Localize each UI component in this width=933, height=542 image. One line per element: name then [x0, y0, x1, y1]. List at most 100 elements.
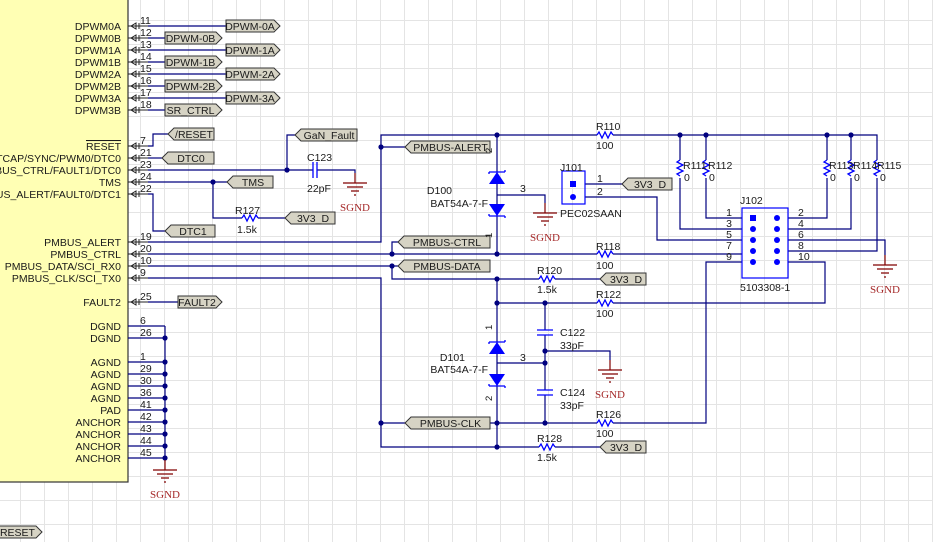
diode-icon-d100[interactable] [489, 172, 505, 184]
ic-pin-label: DPWM3A [75, 93, 121, 105]
diode-icon-d101[interactable] [489, 342, 505, 354]
c124-ref: C124 [560, 387, 585, 399]
wire [286, 134, 295, 170]
r112-ref: R112 [708, 160, 732, 172]
r126-value: 100 [596, 428, 614, 440]
ic-pin-number: 29 [140, 363, 152, 375]
ic-pin-number: 24 [140, 171, 152, 183]
ground-icon [153, 460, 177, 483]
ic-pin-label: DPWM1A [75, 45, 121, 57]
r111-ref: R111 [683, 160, 707, 172]
r111-value: 0 [684, 172, 690, 184]
diode-icon-d101[interactable] [489, 374, 505, 386]
junction-dot [378, 420, 384, 426]
junction-dot [210, 179, 216, 185]
pin-dot-icon [774, 248, 780, 254]
pin-dot-icon [774, 215, 780, 221]
pin-dot-icon [774, 237, 780, 243]
c122-value: 33pF [560, 340, 584, 352]
net-label-text: GaN_Fault [304, 130, 355, 142]
d101-value: BAT54A-7-F [430, 364, 488, 376]
ic-pin-number: 9 [140, 267, 146, 279]
junction-dot [494, 420, 500, 426]
wire [317, 169, 356, 173]
wire [148, 133, 168, 147]
ic-pin-label: DPWM3B [75, 105, 121, 117]
r120-ref: R120 [537, 265, 562, 277]
ic-pin-label: AGND [91, 381, 122, 393]
ic-pin-number: 21 [140, 147, 152, 159]
junction-dot [389, 263, 395, 269]
net-label-text: DPWM-0B [166, 33, 216, 45]
r128-value: 1.5k [537, 452, 558, 464]
ic-pin-number: 19 [140, 231, 152, 243]
ic-pin-number: 12 [140, 27, 152, 39]
pin-dot-icon [750, 226, 756, 232]
ic-pin-number: 7 [140, 135, 146, 147]
ic-pin-number: 13 [140, 39, 152, 51]
ground-label: SGND [870, 284, 900, 296]
j101-pin-number: 2 [597, 186, 603, 198]
junction-dot [162, 407, 168, 413]
r122-value: 100 [596, 308, 614, 320]
junction-dot [162, 395, 168, 401]
r127-value: 1.5k [237, 224, 258, 236]
wire [679, 178, 742, 230]
wire [788, 178, 828, 219]
ic-pin-label: ANCHOR [75, 441, 121, 453]
ic-pin-label: AGND [91, 369, 122, 381]
j102-ref: J102 [740, 195, 763, 207]
net-label-text: 3V3_D [634, 179, 667, 191]
capacitor-c122[interactable] [537, 329, 553, 336]
r118-value: 100 [596, 260, 614, 272]
capacitor-c124[interactable] [537, 389, 553, 396]
net-label-text: 3V3_D [610, 274, 643, 286]
d101-pin-number: 2 [484, 396, 495, 401]
ic-pin-label: PAD [100, 405, 121, 417]
d100-ref: D100 [427, 185, 452, 197]
ic-pin-number: 25 [140, 291, 152, 303]
junction-dot [542, 420, 548, 426]
junction-dot [284, 167, 290, 173]
diode-icon-d100[interactable] [489, 204, 505, 216]
net-label-text: PMBUS-DATA [413, 261, 480, 273]
junction-dot [494, 276, 500, 282]
junction-dot [389, 251, 395, 257]
ic-pin-label: DPWM1B [75, 57, 121, 69]
pin-2-dot-icon [570, 194, 576, 200]
junction-dot [494, 132, 500, 138]
junction-dot [162, 371, 168, 377]
net-label-text: DPWM-2B [166, 81, 216, 93]
j101-ref: J101 [560, 162, 583, 174]
ic-pin-label: AGND [91, 357, 122, 369]
ic-pin-number: 15 [140, 63, 152, 75]
r110-value: 100 [596, 140, 614, 152]
connector-j102[interactable] [741, 207, 789, 279]
ic-pin-label: FAULT2 [83, 297, 121, 309]
pin-1-square-icon [750, 215, 756, 221]
pin-dot-icon [750, 259, 756, 265]
net-label-text: /RESET [175, 129, 214, 141]
ic-pin-label: ANCHOR [75, 429, 121, 441]
pin-dot-icon [774, 259, 780, 265]
r126-ref: R126 [596, 409, 621, 421]
wire [545, 350, 611, 360]
net-label-text: TMS [242, 177, 264, 189]
junction-dot [162, 455, 168, 461]
d100-value: BAT54A-7-F [430, 198, 488, 210]
junction-dot [494, 444, 500, 450]
net-label-text: DTC0 [177, 153, 205, 165]
capacitor-c123[interactable] [312, 162, 318, 178]
junction-dot [378, 144, 384, 150]
junction-dot [542, 300, 548, 306]
r113-value: 0 [830, 172, 836, 184]
ground-icon [598, 360, 622, 383]
c123-value: 22pF [307, 183, 331, 195]
schematic-canvas: DPWM0A 11 DPWM0B 12 DPWM1A 13 DPWM1B 14 DPWM2A 15… [0, 0, 933, 542]
net-label-text: DPWM-1B [166, 57, 216, 69]
ic-pin-label: ANCHOR [75, 453, 121, 465]
ic-pin-number: 23 [140, 159, 152, 171]
j101-pin-number: 1 [597, 173, 603, 185]
ic-pin-number: 36 [140, 387, 152, 399]
junction-dot [494, 300, 500, 306]
